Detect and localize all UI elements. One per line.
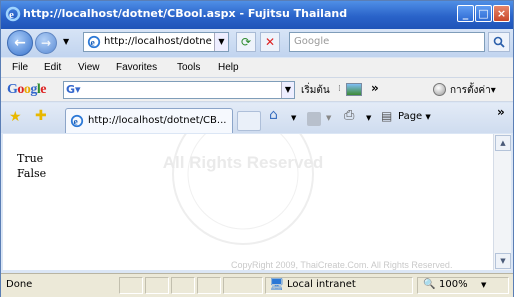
google-field-dropdown-icon[interactable]: ▼ bbox=[281, 82, 294, 98]
favorites-star-icon[interactable]: ★ bbox=[9, 109, 22, 125]
address-dropdown-icon[interactable]: ▼ bbox=[214, 33, 228, 51]
google-settings-label: การตั้งค่า bbox=[450, 85, 491, 96]
page-menu-label: Page bbox=[398, 111, 423, 122]
address-text: http://localhost/dotne bbox=[104, 36, 212, 47]
scroll-down-icon[interactable]: ▼ bbox=[495, 253, 511, 269]
scroll-up-icon[interactable]: ▲ bbox=[495, 135, 511, 151]
back-button[interactable]: ← bbox=[7, 30, 33, 56]
watermark-text: All Rights Reserved bbox=[163, 153, 324, 172]
settings-radio-icon bbox=[433, 83, 446, 96]
status-cell bbox=[171, 277, 195, 294]
menu-favorites[interactable]: Favorites bbox=[116, 62, 157, 73]
title-bar[interactable]: e http://localhost/dotnet/CBool.aspx - F… bbox=[1, 1, 513, 29]
status-cell bbox=[223, 277, 263, 294]
more-commands-icon[interactable]: » bbox=[497, 105, 505, 119]
search-input[interactable]: Google bbox=[289, 32, 485, 52]
output-line: True bbox=[17, 152, 44, 165]
menu-help[interactable]: Help bbox=[218, 62, 239, 73]
tab-title: http://localhost/dotnet/CB... bbox=[88, 115, 227, 126]
tab-bar: ★ ✚ e http://localhost/dotnet/CB... ⌂ ▼ … bbox=[1, 103, 513, 133]
google-g-icon: G▾ bbox=[66, 83, 81, 96]
copyright-watermark: CopyRight 2009, ThaiCreate.Com. All Righ… bbox=[231, 260, 453, 270]
page-content: All Rights Reserved True False bbox=[3, 134, 493, 270]
menu-edit[interactable]: Edit bbox=[44, 62, 61, 73]
menu-tools[interactable]: Tools bbox=[177, 62, 200, 73]
browser-window: e http://localhost/dotnet/CBool.aspx - F… bbox=[0, 0, 514, 297]
status-cell bbox=[197, 277, 221, 294]
address-bar[interactable]: e http://localhost/dotne ▼ bbox=[83, 32, 229, 52]
minimize-button[interactable]: _ bbox=[457, 5, 474, 22]
watermark-seal: All Rights Reserved bbox=[163, 134, 324, 245]
maximize-button[interactable]: □ bbox=[475, 5, 492, 22]
status-cell bbox=[119, 277, 143, 294]
forward-button[interactable]: → bbox=[35, 32, 57, 54]
google-settings-button[interactable]: การตั้งค่า▾ bbox=[450, 83, 496, 98]
google-toolbar: Google G▾ ▼ เริ่มต้น ⁞ » การตั้งค่า▾ bbox=[1, 78, 513, 102]
google-logo: Google bbox=[7, 82, 46, 97]
page-icon[interactable]: ▤ bbox=[381, 109, 392, 123]
search-icon bbox=[493, 36, 505, 48]
svg-text:e: e bbox=[91, 38, 96, 49]
google-search-field[interactable]: G▾ ▼ bbox=[63, 81, 295, 99]
menu-view[interactable]: View bbox=[78, 62, 100, 73]
window-title: http://localhost/dotnet/CBool.aspx - Fuj… bbox=[23, 7, 348, 20]
refresh-button[interactable]: ⟳ bbox=[236, 32, 256, 52]
new-tab-button[interactable] bbox=[237, 111, 261, 131]
tab-current[interactable]: e http://localhost/dotnet/CB... bbox=[65, 108, 233, 133]
intranet-icon: 🖥 bbox=[269, 277, 285, 291]
zone-text: Local intranet bbox=[287, 279, 356, 290]
google-start-button[interactable]: เริ่มต้น bbox=[301, 83, 330, 98]
home-icon[interactable]: ⌂ bbox=[269, 107, 278, 123]
feeds-icon[interactable] bbox=[307, 112, 321, 126]
navigation-bar: ← → ▼ e http://localhost/dotne ▼ ⟳ ✕ Goo… bbox=[1, 29, 513, 57]
print-dropdown-icon[interactable]: ▼ bbox=[366, 114, 371, 122]
zoom-dropdown-icon[interactable]: ▼ bbox=[481, 281, 486, 289]
more-tools-icon[interactable]: » bbox=[371, 81, 379, 95]
add-favorites-icon[interactable]: ✚ bbox=[35, 108, 47, 124]
status-cell bbox=[145, 277, 169, 294]
print-icon[interactable]: ⎙ bbox=[344, 108, 354, 123]
ie-logo-icon: e bbox=[5, 6, 21, 22]
home-dropdown-icon[interactable]: ▼ bbox=[291, 114, 296, 122]
menu-bar: File Edit View Favorites Tools Help bbox=[1, 58, 513, 78]
output-line: False bbox=[17, 167, 47, 180]
status-bar: Done 🖥 Local intranet 🔍 100% ▼ bbox=[1, 273, 513, 297]
svg-text:e: e bbox=[9, 9, 14, 21]
stop-button[interactable]: ✕ bbox=[260, 32, 280, 52]
svg-text:e: e bbox=[74, 117, 79, 128]
zoom-level[interactable]: 100% bbox=[439, 279, 468, 290]
page-ie-icon: e bbox=[87, 35, 101, 49]
feeds-dropdown-icon[interactable]: ▼ bbox=[326, 114, 331, 122]
separator-icon: ⁞ bbox=[338, 84, 341, 94]
close-button[interactable]: × bbox=[493, 5, 510, 22]
status-text: Done bbox=[6, 279, 33, 290]
image-icon[interactable] bbox=[346, 83, 362, 96]
tab-ie-icon: e bbox=[70, 114, 84, 128]
search-button[interactable] bbox=[488, 32, 510, 52]
search-placeholder: Google bbox=[294, 36, 330, 47]
zoom-icon[interactable]: 🔍 bbox=[423, 279, 435, 290]
menu-file[interactable]: File bbox=[12, 62, 28, 73]
recent-pages-dropdown-icon[interactable]: ▼ bbox=[63, 37, 69, 46]
page-menu-button[interactable]: Page ▼ bbox=[398, 111, 431, 122]
vertical-scrollbar[interactable]: ▲ ▼ bbox=[493, 134, 511, 270]
